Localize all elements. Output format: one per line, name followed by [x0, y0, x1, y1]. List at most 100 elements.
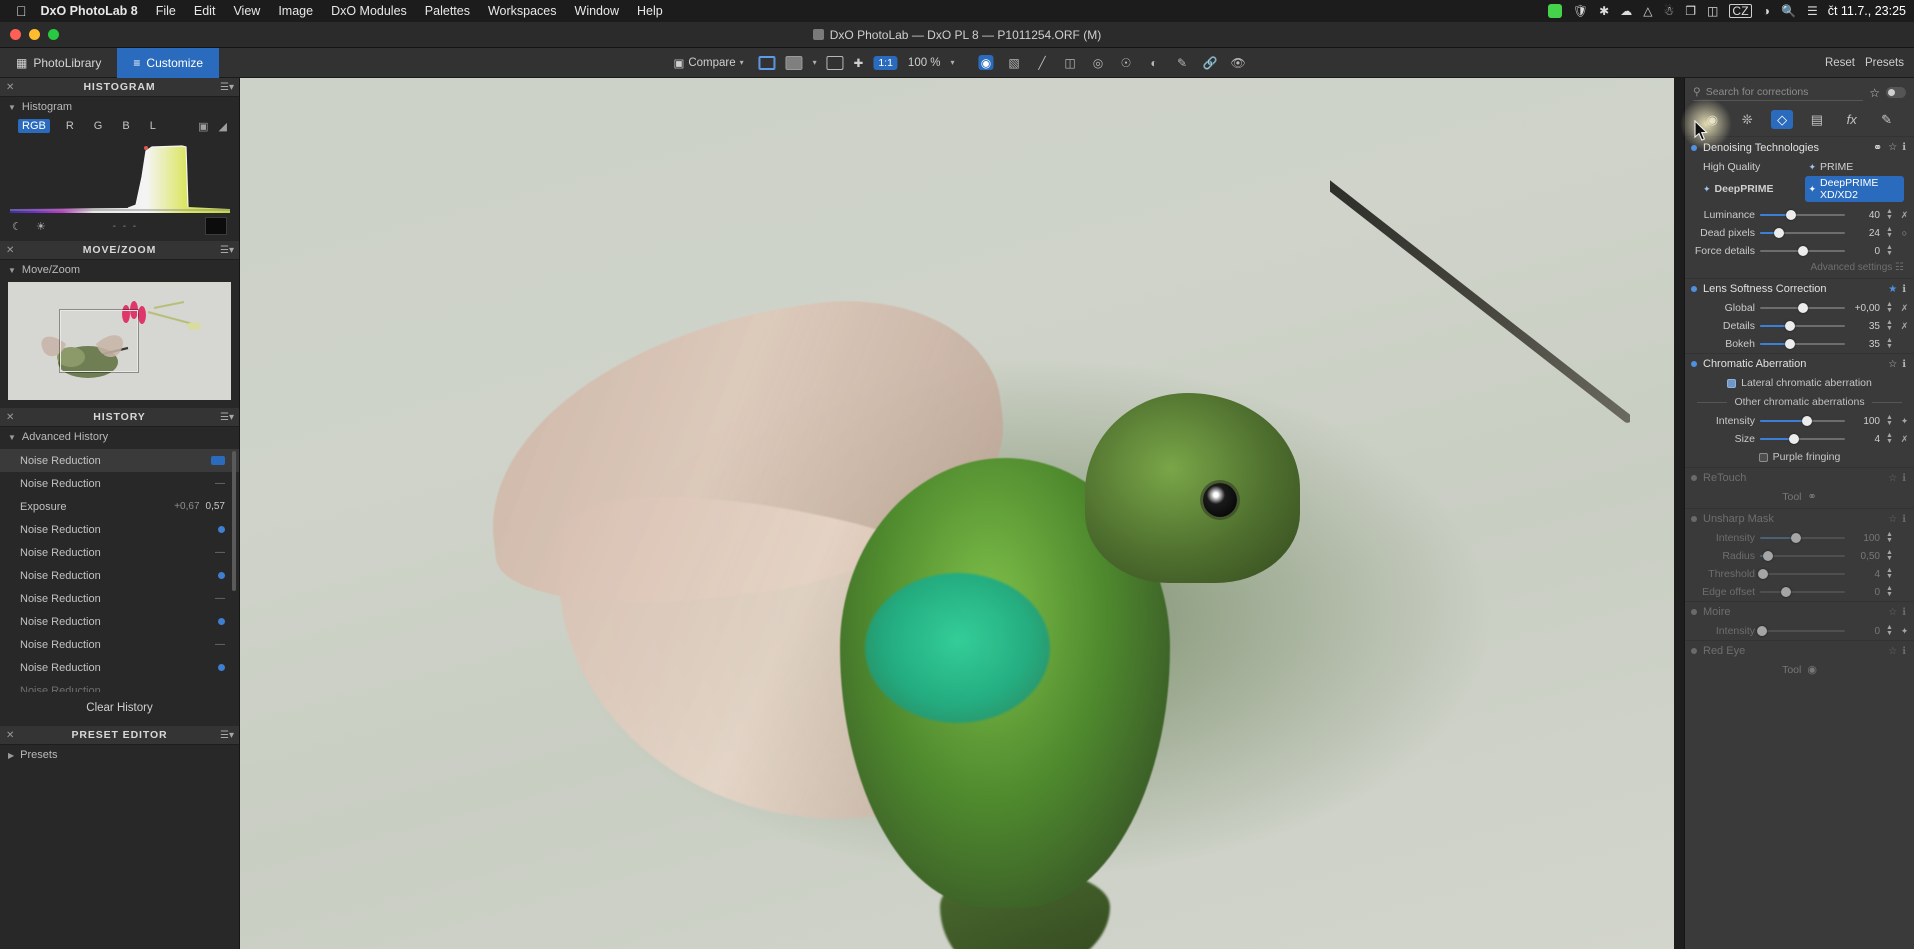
slider-value[interactable]: 0: [1850, 626, 1880, 637]
shield-icon[interactable]: 🛡: [1573, 5, 1588, 17]
photo-canvas[interactable]: [240, 78, 1674, 949]
section-enabled-toggle[interactable]: [1691, 475, 1697, 481]
slider-ca-size[interactable]: Size 4 ▲▼ ✗: [1685, 430, 1914, 448]
history-item[interactable]: Noise Reduction —: [0, 633, 239, 656]
menubar-app-name[interactable]: DxO PhotoLab 8: [41, 4, 138, 18]
checkbox-icon[interactable]: [1759, 453, 1768, 462]
red-eye-tool-row[interactable]: Tool ◉: [1685, 661, 1914, 681]
clear-history-button[interactable]: Clear History: [0, 692, 239, 726]
close-icon[interactable]: ✕: [6, 730, 14, 741]
slider-track[interactable]: [1760, 550, 1845, 562]
star-icon[interactable]: ★: [1888, 284, 1897, 295]
copy-icon[interactable]: ❐: [1685, 5, 1696, 17]
star-icon[interactable]: ☆: [1888, 607, 1897, 618]
cz-input-icon[interactable]: CZ: [1729, 4, 1751, 18]
movezoom-thumbnail[interactable]: [8, 282, 231, 400]
history-item[interactable]: Noise Reduction: [0, 449, 239, 472]
scissors-icon[interactable]: ✱: [1599, 5, 1609, 17]
slider-value[interactable]: 4: [1850, 434, 1880, 445]
slider-dead-pixels[interactable]: Dead pixels 24 ▲▼ ○: [1685, 224, 1914, 242]
slider-usm-intensity[interactable]: Intensity 100 ▲▼: [1685, 529, 1914, 547]
retouch-section-header[interactable]: ReTouch ☆ ℹ: [1685, 468, 1914, 488]
slider-track[interactable]: [1760, 320, 1845, 332]
slider-track[interactable]: [1760, 302, 1845, 314]
single-view-icon[interactable]: [759, 56, 776, 70]
slider-track[interactable]: [1760, 586, 1845, 598]
battery-icon[interactable]: ◫: [1707, 5, 1718, 17]
menu-window[interactable]: Window: [575, 4, 619, 18]
bluetooth-icon[interactable]: ☃: [1663, 5, 1674, 17]
menu-workspaces[interactable]: Workspaces: [488, 4, 557, 18]
wifi-icon[interactable]: ◑: [1763, 5, 1770, 17]
presets-subheader[interactable]: ▶ Presets: [0, 745, 239, 765]
reset-slider-icon[interactable]: ✗: [1899, 303, 1910, 314]
fit-icon[interactable]: [827, 56, 844, 70]
star-icon[interactable]: ☆: [1888, 473, 1897, 484]
section-enabled-toggle[interactable]: [1691, 516, 1697, 522]
slider-value[interactable]: 35: [1850, 321, 1880, 332]
zoom-level-value[interactable]: 100 %: [908, 57, 941, 69]
star-icon[interactable]: ☆: [1888, 646, 1897, 657]
slider-track[interactable]: [1760, 209, 1845, 221]
help-icon[interactable]: ℹ: [1902, 514, 1906, 525]
section-enabled-toggle[interactable]: [1691, 609, 1697, 615]
help-icon[interactable]: ℹ: [1902, 142, 1906, 153]
close-icon[interactable]: ✕: [6, 412, 14, 423]
search-icon[interactable]: 🔍: [1781, 5, 1796, 17]
stepper-icon[interactable]: ▲▼: [1885, 586, 1894, 598]
slider-moire-intensity[interactable]: Intensity 0 ▲▼ ✦: [1685, 622, 1914, 640]
monitor-icon[interactable]: ▣: [198, 120, 208, 133]
slider-ca-intensity[interactable]: Intensity 100 ▲▼ ✦: [1685, 412, 1914, 430]
red-eye-section-header[interactable]: Red Eye ☆ ℹ: [1685, 641, 1914, 661]
slider-value[interactable]: 40: [1850, 210, 1880, 221]
auto-icon[interactable]: ✦: [1899, 416, 1910, 427]
slider-usm-radius[interactable]: Radius 0,50 ▲▼: [1685, 547, 1914, 565]
one-to-one-icon[interactable]: 1:1: [873, 56, 898, 70]
menu-file[interactable]: File: [156, 4, 176, 18]
retouch-tool-row[interactable]: Tool ⚭: [1685, 488, 1914, 508]
histogram-tab-l[interactable]: L: [146, 119, 160, 133]
history-item[interactable]: Noise Reduction —: [0, 587, 239, 610]
slider-value[interactable]: 100: [1850, 533, 1880, 544]
histogram-tab-b[interactable]: B: [118, 119, 133, 133]
stepper-icon[interactable]: ▲▼: [1885, 568, 1894, 580]
cloud-icon[interactable]: ☁: [1620, 5, 1632, 17]
reset-button[interactable]: Reset: [1825, 57, 1855, 69]
section-enabled-toggle[interactable]: [1691, 361, 1697, 367]
horizon-icon[interactable]: ╱: [1035, 55, 1050, 70]
purple-fringing-row[interactable]: Purple fringing: [1685, 448, 1914, 467]
chromatic-aberration-section-header[interactable]: Chromatic Aberration ☆ ℹ: [1685, 354, 1914, 374]
slider-value[interactable]: 0,50: [1850, 551, 1880, 562]
color-icon[interactable]: ❊: [1736, 110, 1758, 129]
menu-dxo-modules[interactable]: DxO Modules: [331, 4, 407, 18]
star-icon[interactable]: ☆: [1888, 514, 1897, 525]
link-icon[interactable]: 🔗: [1203, 55, 1218, 70]
denoising-section-header[interactable]: Denoising Technologies ⚭ ☆ ℹ: [1685, 137, 1914, 158]
unsharp-mask-section-header[interactable]: Unsharp Mask ☆ ℹ: [1685, 509, 1914, 529]
image-viewer[interactable]: [240, 78, 1684, 949]
crop-icon[interactable]: ▧: [1007, 55, 1022, 70]
history-item[interactable]: Noise Reduction: [0, 610, 239, 633]
menu-image[interactable]: Image: [278, 4, 313, 18]
compare-button[interactable]: ▣ Compare ▾: [668, 54, 748, 72]
slider-value[interactable]: 35: [1850, 339, 1880, 350]
close-icon[interactable]: ✕: [6, 82, 14, 93]
help-icon[interactable]: ℹ: [1902, 359, 1906, 370]
histogram-tab-r[interactable]: R: [62, 119, 78, 133]
stepper-icon[interactable]: ▲▼: [1885, 415, 1894, 427]
slider-track[interactable]: [1760, 245, 1845, 257]
stepper-icon[interactable]: ▲▼: [1885, 302, 1894, 314]
slider-value[interactable]: 4: [1850, 569, 1880, 580]
moire-section-header[interactable]: Moire ☆ ℹ: [1685, 602, 1914, 622]
help-icon[interactable]: ℹ: [1902, 284, 1906, 295]
star-icon[interactable]: ☆: [1888, 142, 1897, 153]
checkbox-icon[interactable]: [1727, 379, 1736, 388]
reset-slider-icon[interactable]: ✗: [1899, 210, 1910, 221]
history-scrollbar[interactable]: [232, 451, 236, 591]
slider-track[interactable]: [1760, 338, 1845, 350]
palette-icon[interactable]: ◉: [979, 55, 994, 70]
stepper-icon[interactable]: ▲▼: [1885, 338, 1894, 350]
view-chevron-down-icon[interactable]: ▾: [813, 58, 817, 67]
stepper-icon[interactable]: ▲▼: [1885, 209, 1894, 221]
slider-track[interactable]: [1760, 433, 1845, 445]
